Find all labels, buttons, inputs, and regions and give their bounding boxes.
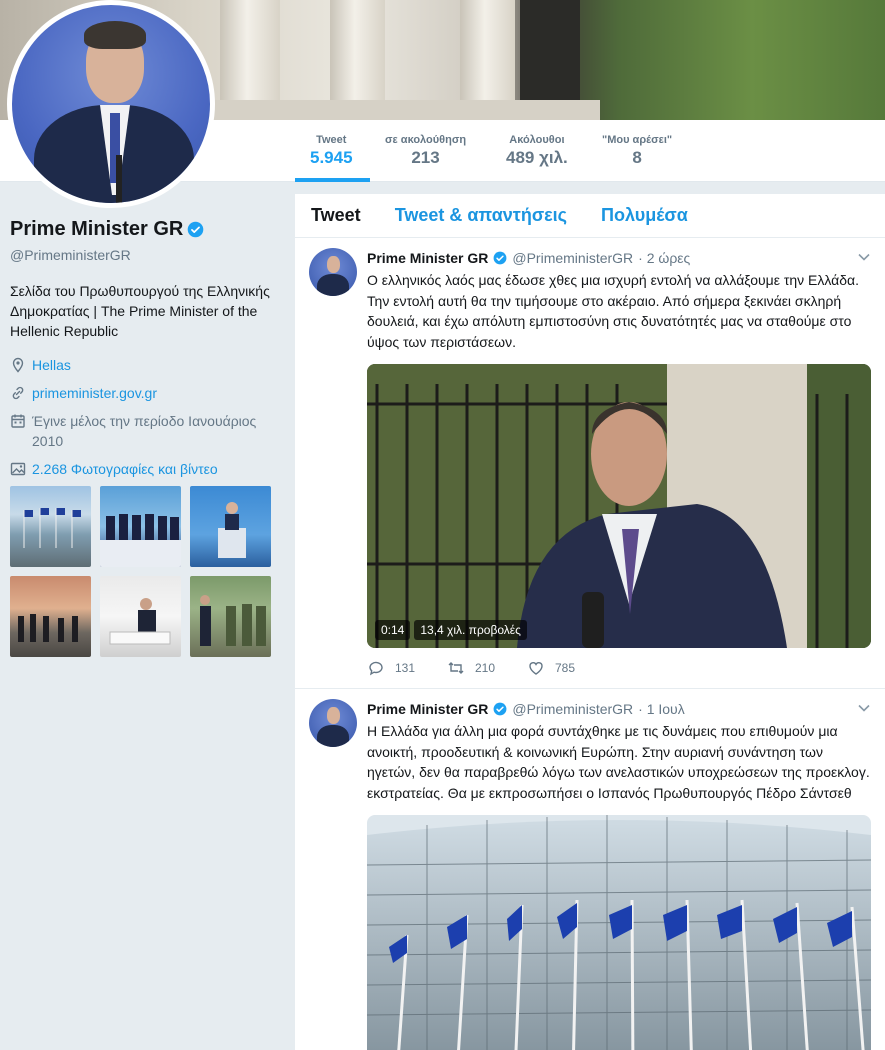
reply-button[interactable]: 131 [367,659,447,677]
video-badge: 0:14 13,4 χιλ. προβολές [375,620,527,640]
stat-value: 489 χιλ. [506,148,568,167]
chevron-down-icon[interactable] [857,701,871,715]
retweet-count: 210 [475,661,496,675]
media-thumbnail[interactable] [100,576,181,657]
verified-badge-icon [187,221,204,238]
stat-tweets[interactable]: Tweet 5.945 [310,134,353,168]
tweet-text: Η Ελλάδα για άλλη μια φορά συντάχθηκε με… [367,723,870,801]
profile-card: Prime Minister GR @PrimeministerGR Σελίδ… [10,218,285,657]
media-thumbnails [10,486,285,657]
video-views: 13,4 χιλ. προβολές [414,620,527,640]
link-icon [12,386,24,400]
media-thumbnail[interactable] [100,486,181,567]
photos-videos-link[interactable]: 2.268 Φωτογραφίες και βίντεο [10,461,285,477]
tweet-text: Ο ελληνικός λαός μας έδωσε χθες μια ισχυ… [367,272,860,350]
stat-likes[interactable]: "Μου αρέσει" 8 [602,134,672,168]
tweet[interactable]: Prime Minister GR @PrimeministerGR · 2 ώ… [295,238,885,689]
tab-tweets-replies[interactable]: Tweet & απαντήσεις [395,205,567,226]
retweet-icon [448,662,464,674]
profile-location: Hellas [10,355,285,375]
profile-name[interactable]: Prime Minister GR [10,218,183,241]
location-pin-icon [12,357,24,373]
calendar-icon [11,414,25,428]
profile-avatar[interactable] [7,0,215,208]
stat-label: Ακόλουθοι [509,134,565,146]
tweet-author-name[interactable]: Prime Minister GR [367,250,488,266]
profile-bio: Σελίδα του Πρωθυπουργού της Ελληνικής Δη… [10,283,270,339]
tweet-image[interactable] [367,815,871,1050]
timeline: Tweet Tweet & απαντήσεις Πολυμέσα Prime … [295,194,885,1050]
image-icon [10,462,26,476]
banner-door [520,0,580,110]
tweet-timestamp[interactable]: · 2 ώρες [638,250,690,266]
tweet-avatar[interactable] [309,248,357,296]
heart-icon [529,662,543,675]
verified-badge-icon [493,251,507,265]
tweet-avatar[interactable] [309,699,357,747]
stat-value: 5.945 [310,148,353,167]
stat-followers[interactable]: Ακόλουθοι 489 χιλ. [506,134,568,168]
media-thumbnail[interactable] [190,576,271,657]
tweet-timestamp[interactable]: · 1 Ιουλ [638,701,685,717]
chevron-down-icon[interactable] [857,250,871,264]
stat-value: 213 [411,148,440,167]
tweet-author-name[interactable]: Prime Minister GR [367,701,488,717]
retweet-button[interactable]: 210 [447,659,527,677]
active-stat-indicator [295,178,370,182]
media-thumbnail[interactable] [190,486,271,567]
tab-media[interactable]: Πολυμέσα [601,205,688,226]
profile-website: primeminister.gov.gr [10,383,285,403]
tweet[interactable]: Prime Minister GR @PrimeministerGR · 1 Ι… [295,689,885,1050]
tweet-author-handle[interactable]: @PrimeministerGR [512,701,633,717]
avatar-microphone [116,155,122,203]
verified-badge-icon [493,702,507,716]
reply-icon [369,661,383,676]
stat-label: "Μου αρέσει" [602,134,673,146]
tweet-author-handle[interactable]: @PrimeministerGR [512,250,633,266]
tab-tweets[interactable]: Tweet [311,205,361,226]
banner-steps [200,100,600,120]
media-thumbnail[interactable] [10,486,91,567]
location-link[interactable]: Hellas [32,355,71,375]
timeline-tabs: Tweet Tweet & απαντήσεις Πολυμέσα [295,194,885,238]
photos-videos-label[interactable]: 2.268 Φωτογραφίες και βίντεο [32,461,218,477]
like-button[interactable]: 785 [527,659,607,677]
profile-handle[interactable]: @PrimeministerGR [10,247,285,263]
like-count: 785 [555,661,576,675]
stat-value: 8 [632,148,642,167]
joined-text: Έγινε μέλος την περίοδο Ιανουάριος 2010 [32,413,257,449]
reply-count: 131 [395,661,416,675]
video-duration: 0:14 [375,620,411,640]
tweet-actions: 131 210 785 [367,648,871,688]
website-link[interactable]: primeminister.gov.gr [32,383,157,403]
avatar-hair [84,21,146,49]
stat-label: σε ακολούθηση [385,134,467,146]
stat-label: Tweet [316,134,347,146]
tweet-video[interactable]: 0:14 13,4 χιλ. προβολές [367,364,871,648]
profile-joined: Έγινε μέλος την περίοδο Ιανουάριος 2010 [10,411,285,451]
media-thumbnail[interactable] [10,576,91,657]
stat-following[interactable]: σε ακολούθηση 213 [385,134,466,168]
